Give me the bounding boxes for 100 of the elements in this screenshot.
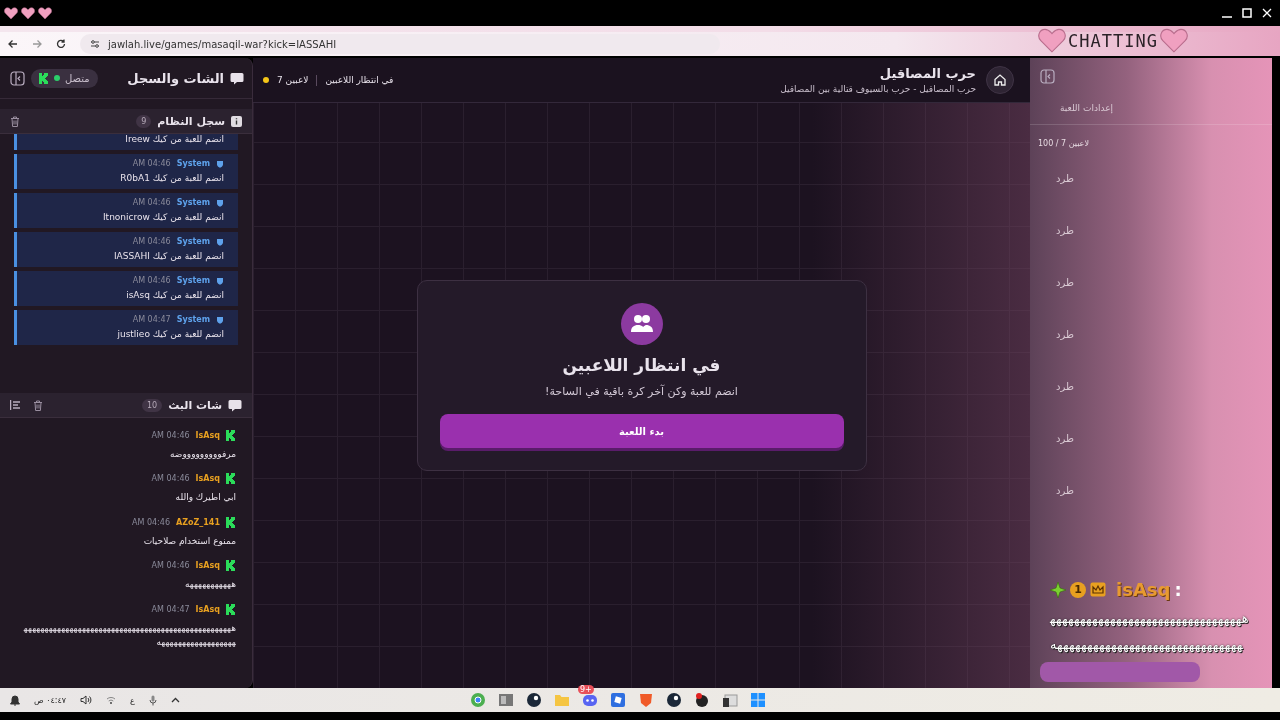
player-count: 7 لاعبين — [277, 75, 309, 85]
circle-logo-icon[interactable] — [526, 692, 542, 708]
wifi-icon[interactable] — [106, 696, 117, 704]
message-time: AM 04:46 — [151, 474, 190, 484]
message-time: AM 04:46 — [132, 517, 170, 527]
kick-button[interactable]: طرد — [1050, 327, 1080, 341]
trash-icon[interactable] — [10, 115, 20, 127]
log-message: Itnonicrow انضم للعبة من كيك — [102, 212, 224, 222]
clock[interactable]: ٠٤:٤٧ ص — [34, 695, 67, 705]
message-time: AM 04:46 — [151, 561, 190, 571]
trash-icon[interactable] — [33, 399, 43, 411]
log-sender: System — [176, 276, 210, 285]
game-subtitle: حرب المصاقيل - حرب بالسيوف قتالية بين المصاقيل — [780, 84, 976, 94]
log-sender: System — [176, 159, 210, 168]
heart-icon — [1038, 28, 1066, 54]
game-controller-icon[interactable] — [582, 692, 598, 708]
overlay-message: ههههههههههههههههههههههههههههههههههههههههههههههههههههههههههههههههه — [1050, 610, 1250, 655]
sidebar-toggle-icon[interactable] — [10, 70, 25, 86]
shield-icon — [216, 159, 224, 168]
record-icon[interactable] — [694, 692, 710, 708]
chat-message: هههههههههههه — [184, 578, 236, 592]
message-time: AM 04:47 — [151, 604, 190, 614]
card-text: انضم للعبة وكن آخر كرة باقية في الساحة! — [545, 385, 738, 398]
microphone-icon[interactable] — [148, 694, 157, 706]
forward-icon[interactable] — [32, 39, 42, 49]
k-logo-icon — [226, 430, 236, 441]
maximize-icon[interactable] — [1242, 8, 1252, 18]
browser-icon[interactable] — [470, 692, 486, 708]
photo-thumbnail-icon[interactable] — [498, 692, 514, 708]
list-icon[interactable] — [10, 400, 21, 410]
shield-icon — [216, 276, 224, 285]
log-sender: System — [176, 237, 210, 246]
heart-icon — [38, 6, 52, 20]
overlay-label: CHATTING — [1068, 30, 1158, 51]
log-message: R0bA1 انضم للعبة من كيك — [120, 173, 224, 183]
log-time: AM 04:46 — [132, 159, 171, 168]
reload-icon[interactable] — [56, 39, 66, 49]
kick-button[interactable]: طرد — [1050, 483, 1080, 497]
shield-icon — [216, 198, 224, 207]
back-icon[interactable] — [8, 39, 18, 49]
square-logo-icon[interactable] — [610, 692, 626, 708]
kick-button[interactable]: طرد — [1050, 431, 1080, 445]
chat-username: IsAsq — [195, 561, 220, 571]
home-icon — [993, 73, 1007, 87]
bell-icon[interactable] — [10, 694, 20, 706]
shield-icon[interactable] — [638, 692, 654, 708]
users-icon — [620, 303, 663, 345]
status-dot — [263, 77, 269, 83]
start-game-button[interactable]: بدء اللعبة — [439, 414, 844, 448]
log-sender: System — [176, 198, 210, 207]
caret-up-icon[interactable] — [170, 697, 180, 703]
address-bar[interactable]: jawlah.live/games/masaqil-war?kick=IASSAHI — [80, 34, 720, 54]
log-time: AM 04:46 — [132, 276, 171, 285]
chat-message: ابي اطيرك والله — [175, 491, 236, 505]
k-logo-icon — [226, 560, 236, 572]
player-count: 100 / 7 لاعبين — [1037, 138, 1090, 150]
circle-logo-icon[interactable] — [666, 692, 682, 708]
heart-icon — [4, 6, 18, 20]
log-time: AM 04:46 — [132, 198, 171, 207]
kick-button[interactable]: طرد — [1050, 379, 1080, 393]
heart-icon — [1159, 28, 1188, 54]
section-title: شات البث — [168, 398, 222, 412]
close-icon[interactable] — [1262, 8, 1272, 18]
crown-icon — [1090, 582, 1106, 597]
kick-button[interactable]: طرد — [1050, 275, 1080, 289]
status-label: متصل — [65, 72, 90, 84]
chat-message: مرفوووووووووضه — [170, 448, 236, 461]
k-logo-icon — [226, 516, 236, 528]
log-message: IASSAHI انضم للعبة من كيك — [113, 251, 224, 261]
window-icon[interactable] — [722, 692, 738, 708]
notification-badge: 9+ — [578, 685, 594, 694]
sidebar-toggle-icon[interactable] — [1040, 68, 1055, 84]
game-status: في انتظار اللاعبين — [325, 75, 394, 85]
chat-username: IsAsq — [195, 431, 220, 440]
heart-icon — [21, 6, 35, 20]
log-message: justlieo انضم للعبة من كيك — [117, 329, 224, 339]
speaker-icon[interactable] — [80, 695, 93, 705]
shield-icon — [216, 237, 224, 246]
log-message: Ireew انضم للعبة من كيك — [125, 134, 224, 144]
home-button[interactable] — [986, 66, 1014, 94]
log-time: AM 04:47 — [132, 315, 171, 324]
chat-message: هههههههههههههههههههههههههههههههههههههههههههههههههههههههههههههههههههههه — [22, 621, 236, 649]
log-sender: System — [176, 315, 210, 324]
start-grid-icon[interactable] — [750, 692, 766, 708]
level-badge: 1 — [1070, 581, 1086, 598]
k-logo-icon — [226, 473, 236, 485]
log-count: 9 — [136, 114, 152, 128]
kick-button[interactable]: طرد — [1050, 223, 1080, 237]
settings-tab[interactable]: إعدادات اللعبة — [1030, 94, 1144, 124]
k-logo-icon — [226, 603, 236, 615]
kick-button[interactable]: طرد — [1050, 171, 1080, 185]
overlay-username: isAsq — [1116, 579, 1171, 600]
site-settings-icon[interactable] — [90, 39, 100, 49]
input-language[interactable]: ع — [130, 695, 135, 705]
info-icon — [231, 115, 242, 127]
sidebar-title: الشات والسجل — [127, 70, 224, 86]
section-title: سجل النظام — [157, 114, 225, 128]
chat-message: ممنوع استخدام صلاحيات — [143, 534, 236, 548]
message-time: AM 04:46 — [151, 431, 190, 440]
chat-bubble-icon — [230, 71, 244, 85]
